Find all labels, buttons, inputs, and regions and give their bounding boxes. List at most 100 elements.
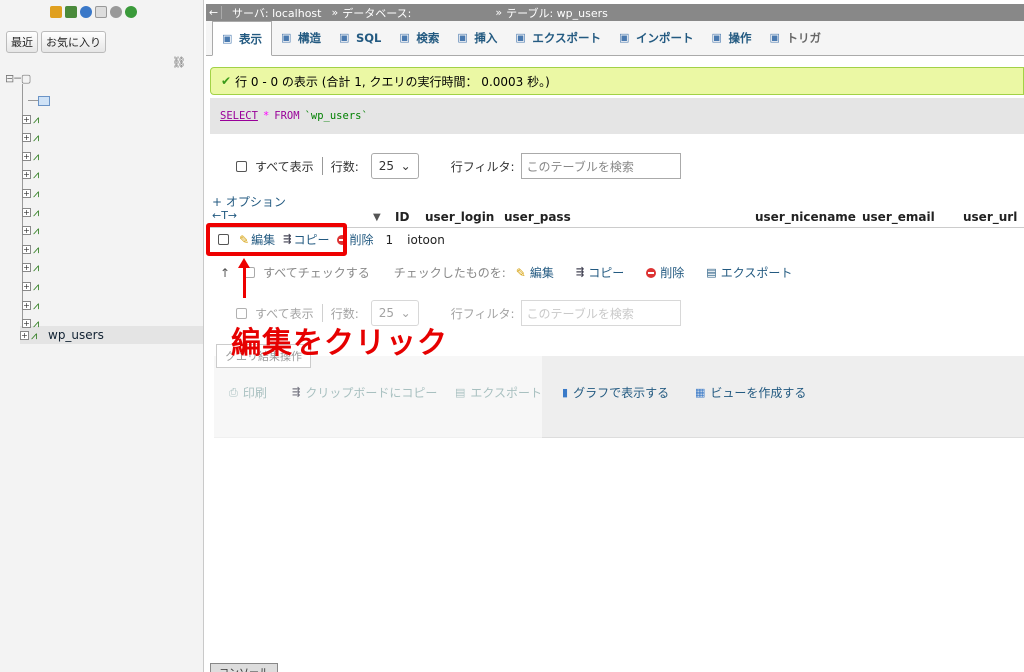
annotation-arrow [243, 262, 246, 298]
print-link[interactable]: ⎙ 印刷 [229, 384, 267, 401]
rows-select[interactable]: 25 ⌄ [370, 153, 419, 179]
create-view-link[interactable]: ▦ ビューを作成する [695, 384, 806, 401]
logout-icon[interactable] [65, 6, 77, 18]
bulk-edit-button[interactable]: ✎ 編集 [516, 264, 554, 281]
bulk-delete-button[interactable]: 削除 [646, 264, 684, 281]
copy-icon: ⇶ [292, 387, 301, 398]
expand-icon[interactable]: + [22, 133, 31, 143]
tree-item[interactable]: + ⩘ [22, 277, 50, 295]
expand-icon[interactable]: + [22, 114, 31, 124]
table-icon: ⩘ [33, 317, 40, 331]
expand-icon[interactable]: + [22, 263, 31, 273]
tab-label: インポート [636, 31, 694, 45]
cell-id: 1 [385, 232, 394, 247]
expand-icon[interactable]: + [22, 226, 31, 236]
tab-1[interactable]: ▣ 構造 [272, 21, 330, 55]
expand-icon[interactable]: + [22, 151, 31, 161]
tree-item[interactable]: + ⩘ [22, 184, 50, 202]
tree-item[interactable]: + ⩘ [22, 203, 50, 221]
new-table-icon[interactable] [38, 96, 50, 106]
tab-3[interactable]: ▣ 検索 [390, 21, 448, 55]
expand-icon[interactable]: + [22, 319, 31, 329]
chevron-down-icon: ⌄ [400, 159, 411, 173]
tab-7[interactable]: ▣ 操作 [703, 21, 761, 55]
home-icon[interactable] [50, 6, 62, 18]
breadcrumb-server[interactable]: サーバ: localhost [232, 5, 321, 21]
collapse-nav-icon[interactable]: ← [206, 6, 222, 19]
table-navigation-top: すべて表示 行数: 25 ⌄ 行フィルタ: このテーブルを検索 [236, 153, 681, 179]
bulk-export-button[interactable]: ▤ エクスポート [706, 264, 792, 281]
expand-icon[interactable]: + [22, 300, 31, 310]
structure-icon: ▣ [281, 31, 292, 44]
tree-root-toggle[interactable]: ⊟─▢ [5, 72, 31, 85]
tree-item[interactable]: + ⩘ [22, 166, 50, 184]
tree-item[interactable]: + ⩘ [22, 147, 50, 165]
tab-2[interactable]: ▣ SQL [330, 21, 390, 55]
docs-icon[interactable] [95, 6, 107, 18]
bulk-edit-label: 編集 [529, 266, 554, 280]
navigation-panel: 最近 お気に入り ⛓ ⊟─▢ + ⩘ wp_users + ⩘ + ⩘ + ⩘ + ⩘ + ⩘ + ⩘… [0, 0, 204, 672]
reload-icon[interactable] [125, 6, 137, 18]
help-icon[interactable] [80, 6, 92, 18]
success-message: ✔ 行 0 - 0 の表示 (合計 1, クエリの実行時間： 0.0003 秒。… [210, 67, 1024, 95]
sql-from: FROM [274, 110, 300, 122]
import-icon: ▣ [619, 31, 630, 44]
tree-item-label[interactable]: wp_users [48, 328, 104, 342]
expand-icon[interactable]: + [22, 281, 31, 291]
tree-item[interactable]: + ⩘ [22, 259, 50, 277]
sort-arrows[interactable]: ←T→ [212, 209, 237, 222]
tree-item[interactable]: + ⩘ [22, 222, 50, 240]
tab-0[interactable]: ▣ 表示 [212, 21, 272, 56]
tab-8[interactable]: ▣ トリガ [761, 21, 831, 55]
export-icon: ▤ [455, 386, 466, 399]
column-user-email[interactable]: user_email [862, 210, 935, 224]
tree-item[interactable]: + ⩘ [22, 240, 50, 258]
show-all-checkbox-bottom[interactable] [236, 307, 247, 319]
export-link[interactable]: ▤ エクスポート [455, 384, 542, 401]
tab-4[interactable]: ▣ 挿入 [448, 21, 506, 55]
sort-arrow-icon[interactable]: ▼ [373, 212, 381, 223]
link-icon[interactable]: ⛓ [172, 56, 186, 69]
breadcrumb-database[interactable]: データベース: [342, 5, 411, 21]
show-all-checkbox[interactable] [236, 160, 247, 172]
expand-icon[interactable]: + [22, 207, 31, 217]
recent-button[interactable]: 最近 [6, 31, 38, 53]
tab-label: 表示 [239, 31, 262, 46]
tab-bar: ▣ 表示 ▣ 構造 ▣ SQL ▣ 検索 ▣ 挿入 ▣ エクスポート ▣ インポート ▣ 操作 ▣ トリガ [206, 21, 1024, 56]
sql-select[interactable]: SELECT [220, 110, 258, 122]
filter-input-bottom[interactable]: このテーブルを検索 [520, 300, 681, 326]
chart-link[interactable]: ▮ グラフで表示する [562, 384, 669, 401]
tab-label: 操作 [728, 31, 752, 45]
favorites-button[interactable]: お気に入り [41, 31, 106, 53]
tree-item[interactable]: + ⩘ [22, 315, 50, 333]
tree-item[interactable]: + ⩘ [22, 129, 50, 147]
tab-label: SQL [356, 31, 382, 45]
table-icon: ⩘ [33, 205, 40, 219]
bulk-copy-button[interactable]: ⇶ コピー [576, 264, 624, 281]
column-user-pass[interactable]: user_pass [504, 210, 571, 224]
expand-icon[interactable]: + [22, 244, 31, 254]
column-id[interactable]: ID [395, 210, 409, 224]
options-link[interactable]: + オプション [212, 193, 286, 210]
search-icon: ▣ [399, 31, 410, 44]
expand-icon[interactable]: + [22, 188, 31, 198]
wrench-icon: ▣ [711, 31, 722, 44]
tab-6[interactable]: ▣ インポート [610, 21, 703, 55]
column-user-nicename[interactable]: user_nicename [755, 210, 856, 224]
bulk-copy-label: コピー [588, 266, 625, 280]
console-tab[interactable]: コンソール [210, 663, 278, 672]
tab-5[interactable]: ▣ エクスポート [506, 21, 610, 55]
expand-icon[interactable]: + [22, 170, 31, 180]
gear-icon[interactable] [110, 6, 122, 18]
breadcrumb-table[interactable]: テーブル: wp_users [506, 5, 608, 21]
success-text: 行 0 - 0 の表示 (合計 1, クエリの実行時間： 0.0003 秒。) [235, 74, 550, 89]
export-label: エクスポート [470, 386, 543, 400]
check-all-label[interactable]: すべてチェックする [263, 264, 370, 281]
column-user-login[interactable]: user_login [425, 210, 494, 224]
tree-item[interactable]: + ⩘ [22, 296, 50, 314]
tree-item[interactable]: + ⩘ [22, 110, 50, 128]
filter-input[interactable]: このテーブルを検索 [520, 153, 681, 179]
column-user-url[interactable]: user_url [963, 210, 1017, 224]
copy-clipboard-link[interactable]: ⇶ クリップボードにコピー [292, 384, 437, 401]
tab-label: エクスポート [532, 31, 602, 45]
